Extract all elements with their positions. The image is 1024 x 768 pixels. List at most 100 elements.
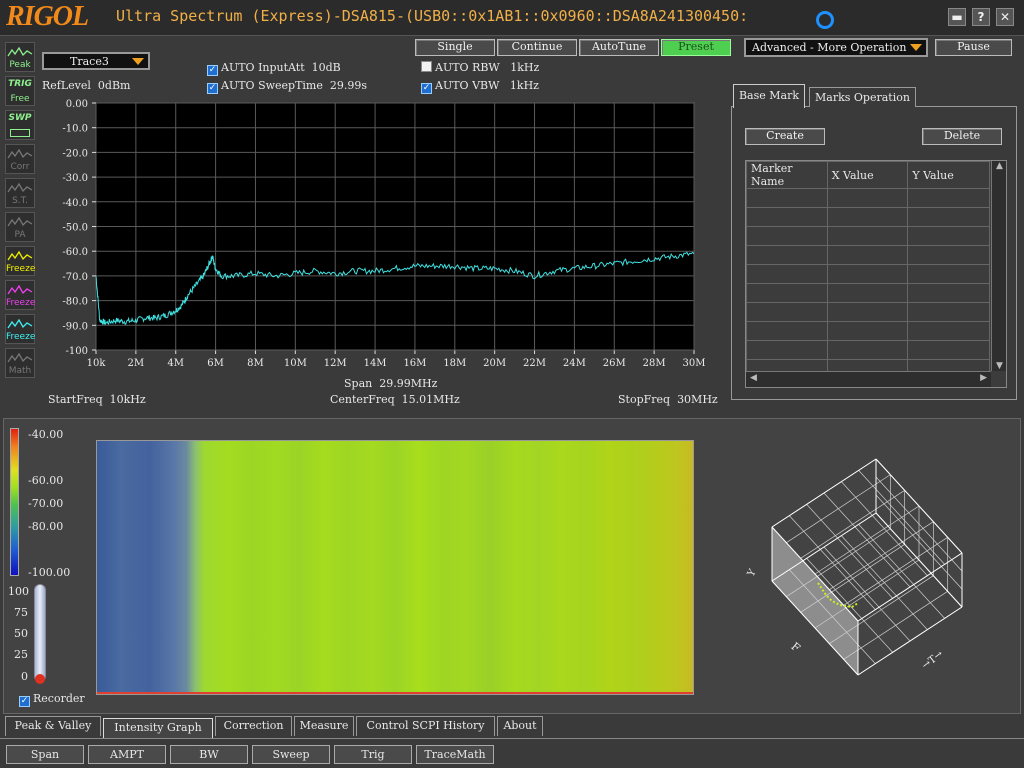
sidebar-trig-button[interactable]: TRIG Free (5, 76, 35, 106)
tab-correction[interactable]: Correction (215, 716, 292, 736)
marker-table-cell[interactable] (907, 302, 990, 322)
marker-table-vscroll[interactable]: ▲ ▼ (991, 161, 1006, 371)
marker-table-cell[interactable] (826, 226, 909, 246)
tab-about[interactable]: About (497, 716, 543, 736)
marker-table-cell[interactable] (826, 283, 909, 303)
marker-table-cell[interactable] (826, 321, 909, 341)
ampt-function-button[interactable]: AMPT (88, 745, 166, 764)
marker-table-cell[interactable] (746, 207, 828, 227)
marker-table-cell[interactable] (826, 302, 909, 322)
marker-table-cell[interactable] (746, 188, 828, 208)
autotune-button[interactable]: AutoTune (579, 39, 659, 56)
tab-marks-operation[interactable]: Marks Operation (809, 87, 916, 107)
recorder-level-bulb (35, 674, 45, 684)
recorder-row[interactable]: ✓ Recorder (19, 692, 85, 707)
sidebar-corr-button[interactable]: Corr (5, 144, 35, 174)
delete-marker-button[interactable]: Delete (922, 128, 1002, 145)
recorder-level-gauge[interactable] (34, 584, 46, 682)
marker-table-row[interactable] (746, 340, 990, 360)
stop-freq-label: StopFreq (618, 393, 671, 406)
marker-table-cell[interactable] (746, 226, 828, 246)
sweep-function-button[interactable]: Sweep (252, 745, 330, 764)
intensity-graph-baseline (97, 692, 693, 694)
marker-table-cell[interactable] (746, 245, 828, 265)
span-function-button[interactable]: Span (6, 745, 84, 764)
marker-table-cell[interactable] (826, 264, 909, 284)
sidebar-freeze-cyan-button[interactable]: Freeze (5, 314, 35, 344)
3d-spectrum-view[interactable]: Y F →T→ (740, 455, 980, 695)
marker-table-cell[interactable] (907, 207, 990, 227)
trace-select[interactable]: Trace3 (42, 52, 150, 70)
marker-table-cell[interactable] (907, 264, 990, 284)
sidebar-st-button[interactable]: S.T. (5, 178, 35, 208)
tab-measure[interactable]: Measure (294, 716, 354, 736)
pause-button[interactable]: Pause (935, 39, 1012, 56)
input-att-row[interactable]: ✓ AUTO InputAtt 10dB (207, 61, 341, 76)
scroll-right-icon[interactable]: ▶ (980, 373, 987, 383)
freeze-yellow-icon (6, 249, 34, 264)
spectrum-plot[interactable]: 10k 2M 4M 6M 8M 10M 12M 14M 16M 18M 20M 22M 24M 26M 28… (40, 96, 720, 416)
sidebar-freeze-magenta-button[interactable]: Freeze (5, 280, 35, 310)
tab-peak-valley[interactable]: Peak & Valley (5, 716, 101, 736)
marker-table-row[interactable] (746, 188, 990, 208)
recorder-checkbox[interactable]: ✓ (19, 696, 30, 707)
create-marker-button[interactable]: Create (745, 128, 825, 145)
vbw-row[interactable]: ✓ AUTO VBW 1kHz (421, 79, 539, 94)
marker-table-cell[interactable] (746, 302, 828, 322)
continue-button[interactable]: Continue (497, 39, 577, 56)
tab-base-mark[interactable]: Base Mark (733, 84, 805, 108)
scroll-down-icon[interactable]: ▼ (992, 361, 1006, 371)
scroll-left-icon[interactable]: ◀ (750, 373, 757, 383)
rbw-checkbox[interactable] (421, 61, 432, 72)
marker-table-cell[interactable] (907, 283, 990, 303)
marker-table-cell[interactable] (907, 245, 990, 265)
marker-table-row[interactable] (746, 207, 990, 227)
minimize-button[interactable]: ▬ (948, 8, 966, 26)
single-button[interactable]: Single (415, 39, 495, 56)
close-button[interactable]: ✕ (996, 8, 1014, 26)
sidebar-math-button[interactable]: Math (5, 348, 35, 378)
marker-table-cell[interactable] (907, 226, 990, 246)
col-x-value[interactable]: X Value (826, 161, 909, 189)
marker-table-cell[interactable] (826, 207, 909, 227)
marker-table-cell[interactable] (746, 321, 828, 341)
rbw-row[interactable]: AUTO RBW 1kHz (421, 61, 539, 74)
marker-table-row[interactable] (746, 264, 990, 284)
marker-table-cell[interactable] (907, 340, 990, 360)
marker-table-cell[interactable] (746, 283, 828, 303)
col-y-value[interactable]: Y Value (907, 161, 990, 189)
tab-intensity-graph[interactable]: Intensity Graph (103, 718, 213, 739)
sidebar-pa-button[interactable]: PA (5, 212, 35, 242)
vbw-checkbox[interactable]: ✓ (421, 83, 432, 94)
sidebar-peak-button[interactable]: Peak (5, 42, 35, 72)
preset-button[interactable]: Preset (661, 39, 731, 56)
marker-table-row[interactable] (746, 302, 990, 322)
sidebar-swp-button[interactable]: SWP (5, 110, 35, 140)
bw-function-button[interactable]: BW (170, 745, 248, 764)
marker-table-cell[interactable] (746, 340, 828, 360)
marker-table-cell[interactable] (907, 321, 990, 341)
tracemath-function-button[interactable]: TraceMath (416, 745, 494, 764)
mode-select[interactable]: Advanced - More Operation (744, 38, 928, 57)
sweep-time-checkbox[interactable]: ✓ (207, 83, 218, 94)
marker-table-cell[interactable] (746, 264, 828, 284)
tab-control-scpi-history[interactable]: Control SCPI History (356, 716, 495, 736)
help-button[interactable]: ? (972, 8, 990, 26)
marker-table-row[interactable] (746, 321, 990, 341)
marker-table-cell[interactable] (826, 245, 909, 265)
input-att-checkbox[interactable]: ✓ (207, 65, 218, 76)
marker-table-row[interactable] (746, 226, 990, 246)
marker-table-row[interactable] (746, 245, 990, 265)
vbw-label: AUTO VBW (435, 79, 500, 92)
marker-table-cell[interactable] (826, 188, 909, 208)
marker-table-cell[interactable] (826, 340, 909, 360)
trig-function-button[interactable]: Trig (334, 745, 412, 764)
col-marker-name[interactable]: Marker Name (746, 161, 828, 189)
marker-table-row[interactable] (746, 283, 990, 303)
scroll-up-icon[interactable]: ▲ (992, 161, 1006, 171)
marker-table-hscroll[interactable]: ◀ ▶ (746, 371, 991, 387)
sidebar-freeze-yellow-button[interactable]: Freeze (5, 246, 35, 276)
sweep-time-row[interactable]: ✓ AUTO SweepTime 29.99s (207, 79, 367, 94)
marker-table-cell[interactable] (907, 188, 990, 208)
intensity-graph[interactable] (96, 440, 694, 695)
